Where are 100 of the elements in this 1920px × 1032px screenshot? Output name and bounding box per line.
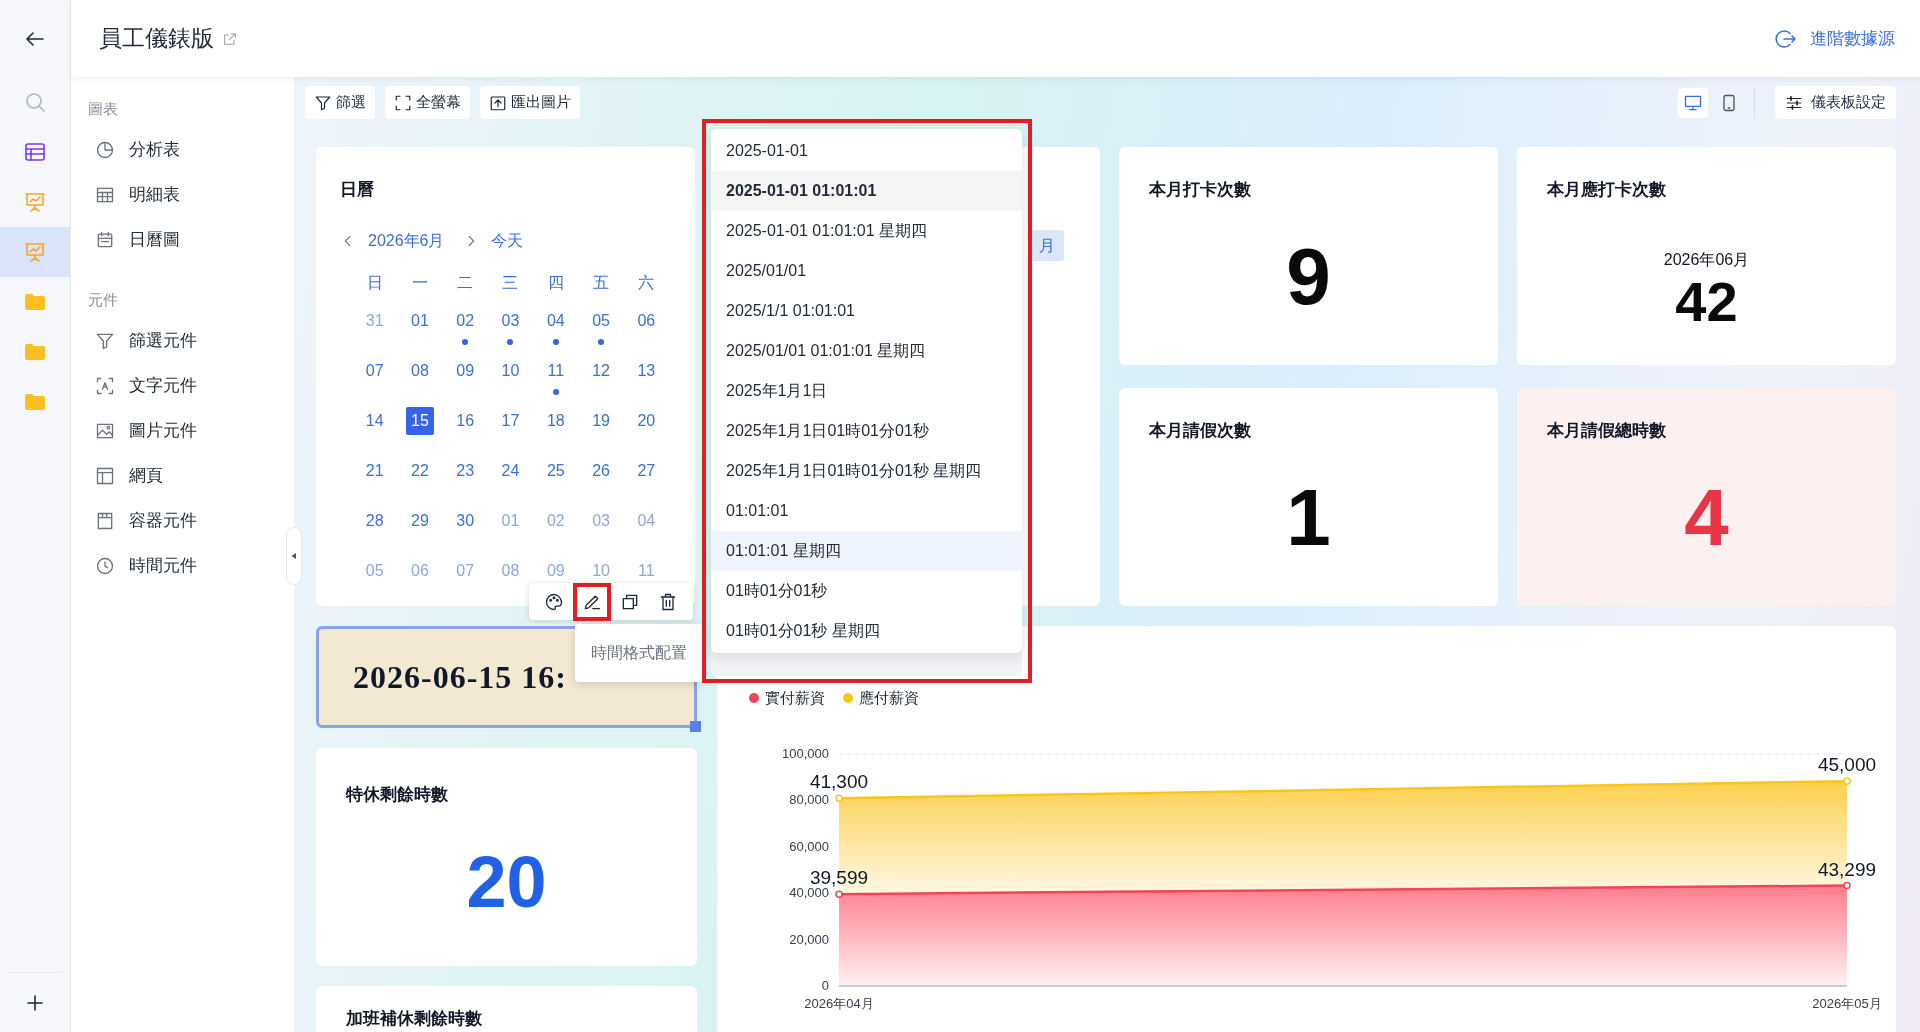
card-title: 日曆 (340, 179, 375, 201)
calendar-day[interactable]: 26 (587, 457, 616, 485)
table-icon (23, 140, 47, 164)
calendar-day[interactable]: 15 (405, 407, 434, 435)
calendar-day[interactable]: 08 (496, 557, 525, 585)
calendar-day[interactable]: 14 (360, 407, 389, 435)
sidebar-item[interactable]: 分析表 (71, 127, 267, 172)
calendar-icon (95, 229, 115, 250)
calendar-day[interactable]: 13 (632, 357, 661, 385)
clock-icon (95, 555, 115, 576)
resize-handle[interactable] (690, 721, 701, 732)
calendar-day[interactable]: 28 (360, 507, 389, 535)
calendar-day[interactable]: 17 (496, 407, 525, 435)
sidebar-item[interactable]: 圖片元件 (71, 408, 267, 453)
sidebar-item[interactable]: 日曆圖 (71, 217, 267, 262)
calendar-day[interactable]: 01 (405, 307, 434, 335)
weekday-label: 四 (547, 273, 564, 293)
calendar-day[interactable]: 09 (541, 557, 570, 585)
dropdown-option[interactable]: 2025年1月1日01時01分01秒 (711, 411, 1022, 451)
stat-value: 20 (466, 845, 547, 918)
search-icon (23, 90, 47, 114)
calendar-day[interactable]: 24 (496, 457, 525, 485)
calendar-day[interactable]: 02 (451, 307, 480, 335)
sidebar-item[interactable]: 時間元件 (71, 543, 267, 588)
open-external-button[interactable] (222, 30, 238, 47)
card-title: 本月請假總時數 (1547, 420, 1666, 442)
calendar-day[interactable]: 07 (451, 557, 480, 585)
month-view-button[interactable]: 月 (1030, 230, 1064, 261)
layout-icon (95, 465, 115, 486)
calendar-day[interactable]: 04 (541, 307, 570, 335)
toolbar-button[interactable]: 篩選 (305, 86, 375, 119)
calendar-day[interactable]: 18 (541, 407, 570, 435)
calendar-day[interactable]: 16 (451, 407, 480, 435)
dropdown-option[interactable]: 2025-01-01 01:01:01 (711, 171, 1022, 211)
page-title: 員工儀錶版 (99, 24, 214, 54)
fullscreen-icon (394, 93, 412, 112)
dropdown-option[interactable]: 2025/1/1 01:01:01 (711, 291, 1022, 331)
calendar-day[interactable]: 21 (360, 457, 389, 485)
calendar-day[interactable]: 09 (451, 357, 480, 385)
dropdown-option[interactable]: 01:01:01 星期四 (711, 531, 1022, 571)
calendar-day[interactable]: 25 (541, 457, 570, 485)
container-icon (95, 510, 115, 531)
presentation-chart-icon (23, 240, 47, 264)
card-title: 加班補休剩餘時數 (346, 1008, 482, 1030)
weekday-label: 五 (593, 273, 610, 293)
sidebar-item[interactable]: 容器元件 (71, 498, 267, 543)
weekday-label: 一 (411, 273, 428, 293)
calendar-day[interactable]: 06 (405, 557, 434, 585)
tooltip: 時間格式配置 (575, 624, 703, 682)
calendar-day[interactable]: 30 (451, 507, 480, 535)
dropdown-option[interactable]: 2025/01/01 (711, 251, 1022, 291)
dropdown-option[interactable]: 2025-01-01 01:01:01 星期四 (711, 211, 1022, 251)
calendar-day[interactable]: 27 (632, 457, 661, 485)
calendar-day[interactable]: 05 (587, 307, 616, 335)
stat-value: 4 (1684, 477, 1729, 558)
today-button[interactable]: 今天 (490, 229, 523, 253)
collapse-handle[interactable] (286, 527, 302, 585)
legend-label: 應付薪資 (859, 687, 919, 708)
weekday-label: 三 (502, 273, 519, 293)
external-link-icon (222, 30, 238, 47)
calendar-day[interactable]: 01 (496, 507, 525, 535)
data-point[interactable] (835, 890, 843, 898)
calendar-day[interactable]: 08 (405, 357, 434, 385)
calendar-day[interactable]: 23 (451, 457, 480, 485)
calendar-day[interactable]: 03 (587, 507, 616, 535)
dropdown-option[interactable]: 2025年1月1日01時01分01秒 星期四 (711, 451, 1022, 491)
calendar-day[interactable]: 07 (360, 357, 389, 385)
calendar-day[interactable]: 11 (541, 357, 570, 385)
sidebar-item[interactable]: 網頁 (71, 453, 267, 498)
sidebar-item[interactable]: 文字元件 (71, 363, 267, 408)
dropdown-option[interactable]: 2025/01/01 01:01:01 星期四 (711, 331, 1022, 371)
toolbar-button[interactable]: 全螢幕 (385, 86, 470, 119)
data-source-link[interactable]: 進階數據源 (1774, 25, 1895, 52)
axis-tick-label: 0 (821, 978, 829, 993)
dropdown-option[interactable]: 2025-01-01 (711, 131, 1022, 171)
dropdown-option[interactable]: 2025年1月1日 (711, 371, 1022, 411)
palette-icon (544, 591, 564, 612)
calendar-day[interactable]: 12 (587, 357, 616, 385)
calendar-day[interactable]: 10 (496, 357, 525, 385)
data-label: 43,299 (1817, 858, 1877, 880)
sidebar-item[interactable]: 明細表 (71, 172, 267, 217)
weekday-label: 二 (457, 273, 474, 293)
view-mode-button[interactable] (1678, 87, 1708, 118)
calendar-day[interactable]: 05 (360, 557, 389, 585)
dashboard-settings-button[interactable]: 儀表板設定 (1775, 86, 1896, 119)
calendar-day[interactable]: 03 (496, 307, 525, 335)
weekday-label: 日 (366, 273, 383, 293)
data-point[interactable] (1843, 881, 1851, 890)
presentation-chart-icon (23, 190, 47, 214)
toolbar-button[interactable]: 匯出圖片 (480, 86, 580, 119)
calendar-day[interactable]: 06 (632, 307, 661, 335)
calendar-day[interactable]: 29 (405, 507, 434, 535)
axis-tick-label: 2026年04月 (804, 996, 874, 1011)
dropdown-option[interactable]: 01時01分01秒 (711, 571, 1022, 611)
calendar-day[interactable]: 22 (405, 457, 434, 485)
calendar-day[interactable]: 19 (587, 407, 616, 435)
dropdown-option[interactable]: 01時01分01秒 星期四 (711, 611, 1022, 651)
dropdown-option[interactable]: 01:01:01 (711, 491, 1022, 531)
calendar-day[interactable]: 20 (632, 407, 661, 435)
sidebar-item[interactable]: 篩選元件 (71, 318, 267, 363)
